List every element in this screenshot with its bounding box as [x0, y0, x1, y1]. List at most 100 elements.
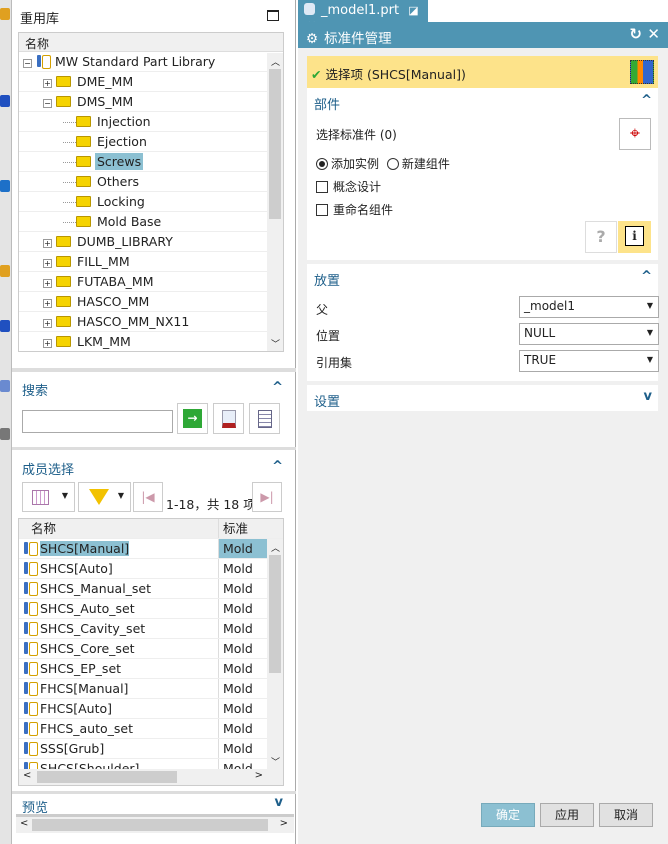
tree-item[interactable]: Screws — [19, 152, 269, 172]
view-dropdown-button[interactable]: ▼ — [22, 482, 75, 512]
collapse-icon[interactable]: − — [23, 59, 32, 68]
expand-icon[interactable]: + — [43, 239, 52, 248]
tool-icon[interactable] — [0, 95, 10, 107]
table-row[interactable]: SHCS_Core_set Mold — [19, 639, 283, 659]
table-row[interactable]: SHCS_Manual_set Mold — [19, 579, 283, 599]
tree-item[interactable]: + DUMB_LIBRARY — [19, 232, 269, 252]
search-title[interactable]: 搜索 — [22, 380, 48, 399]
clear-search-button[interactable] — [213, 403, 244, 434]
table-scrollbar[interactable]: ︿ ﹀ — [267, 539, 283, 770]
search-go-button[interactable]: → — [177, 403, 208, 434]
library-button[interactable] — [626, 56, 658, 88]
tool-icon[interactable] — [0, 320, 10, 332]
collapse-icon[interactable]: ^ — [641, 269, 652, 284]
cancel-button[interactable]: 取消 — [599, 803, 653, 827]
expand-icon[interactable]: + — [43, 319, 52, 328]
expand-icon[interactable]: + — [43, 299, 52, 308]
tree-item[interactable]: Others — [19, 172, 269, 192]
tree-scrollbar[interactable]: ︿ ﹀ — [267, 53, 283, 351]
scroll-thumb[interactable] — [37, 771, 177, 783]
concept-design-checkbox[interactable]: 概念设计 — [316, 178, 381, 195]
tree-item[interactable]: − DMS_MM — [19, 92, 269, 112]
table-row[interactable]: SHCS[Manual] Mold — [19, 539, 283, 559]
radio-add-instance[interactable]: 添加实例 — [316, 157, 379, 171]
table-row[interactable]: FHCS_auto_set Mold — [19, 719, 283, 739]
table-row[interactable]: SSS[Grub] Mold — [19, 739, 283, 759]
expand-icon[interactable]: v — [275, 795, 283, 810]
tree-item[interactable]: + DME_MM — [19, 72, 269, 92]
column-standard[interactable]: 标准 — [219, 519, 267, 538]
tree-item[interactable]: Locking — [19, 192, 269, 212]
tool-icon[interactable] — [0, 380, 10, 392]
prev-page-button[interactable]: |◀ — [133, 482, 163, 512]
table-row[interactable]: SHCS_EP_set Mold — [19, 659, 283, 679]
select-item-row[interactable]: ✔ 选择项 (SHCS[Manual]) — [307, 56, 626, 88]
panel-hscrollbar[interactable]: < > — [16, 817, 294, 833]
table-row[interactable]: SHCS_Auto_set Mold — [19, 599, 283, 619]
ok-button[interactable]: 确定 — [481, 803, 535, 827]
placement-title[interactable]: 放置 — [314, 270, 340, 289]
scroll-right-icon[interactable]: > — [255, 770, 263, 781]
table-row[interactable]: FHCS[Auto] Mold — [19, 699, 283, 719]
apply-button[interactable]: 应用 — [540, 803, 594, 827]
scroll-right-icon[interactable]: > — [280, 818, 288, 829]
settings-title[interactable]: 设置 — [314, 391, 340, 410]
tree-item[interactable]: + HASCO_MM — [19, 292, 269, 312]
scroll-up-icon[interactable]: ︿ — [271, 541, 280, 554]
members-title[interactable]: 成员选择 — [22, 459, 74, 478]
radio-new-component[interactable]: 新建组件 — [386, 157, 450, 171]
expand-icon[interactable]: + — [43, 339, 52, 348]
collapse-icon[interactable]: ^ — [641, 93, 652, 108]
parent-select[interactable]: _model1 — [519, 296, 659, 318]
expand-icon[interactable]: + — [43, 279, 52, 288]
tree-item[interactable]: + FUTABA_MM — [19, 272, 269, 292]
help-button[interactable]: ? — [585, 221, 617, 253]
reset-icon[interactable]: ↻ — [629, 25, 642, 43]
position-select[interactable]: NULL — [519, 323, 659, 345]
refset-select[interactable]: TRUE — [519, 350, 659, 372]
tool-icon[interactable] — [0, 8, 10, 20]
tab-model1[interactable]: _model1.prt ◪ ✕ — [298, 0, 428, 32]
scroll-left-icon[interactable]: < — [23, 770, 31, 781]
scroll-thumb[interactable] — [269, 555, 281, 673]
close-icon[interactable]: ✕ — [647, 25, 660, 43]
tree-item[interactable]: − MW Standard Part Library — [19, 52, 269, 72]
tool-icon[interactable] — [0, 265, 10, 277]
scroll-down-icon[interactable]: ﹀ — [271, 337, 280, 350]
info-button[interactable]: i — [618, 221, 651, 253]
table-row[interactable]: SHCS[Auto] Mold — [19, 559, 283, 579]
table-row[interactable]: SHCS_Cavity_set Mold — [19, 619, 283, 639]
select-target-button[interactable]: ⌖ — [619, 118, 651, 150]
expand-icon[interactable]: + — [43, 79, 52, 88]
tree-item[interactable]: + LKM_MM — [19, 332, 269, 351]
expand-icon[interactable]: v — [644, 389, 652, 404]
tree-item[interactable]: + HASCO_MM_NX11 — [19, 312, 269, 332]
scroll-down-icon[interactable]: ﹀ — [271, 755, 280, 768]
column-name[interactable]: 名称 — [19, 519, 219, 538]
table-hscrollbar[interactable]: < > — [19, 769, 283, 785]
maximize-icon[interactable] — [267, 10, 279, 21]
table-row[interactable]: FHCS[Manual] Mold — [19, 679, 283, 699]
tree-line — [63, 202, 76, 203]
tool-icon[interactable] — [0, 180, 10, 192]
search-list-button[interactable] — [249, 403, 280, 434]
rename-component-checkbox[interactable]: 重命名组件 — [316, 201, 393, 218]
collapse-icon[interactable]: − — [43, 99, 52, 108]
scroll-left-icon[interactable]: < — [20, 818, 28, 829]
part-title[interactable]: 部件 — [314, 94, 340, 113]
tool-icon[interactable] — [0, 428, 10, 440]
collapse-icon[interactable]: ^ — [272, 459, 283, 474]
tree-item[interactable]: + FILL_MM — [19, 252, 269, 272]
scroll-thumb[interactable] — [32, 819, 268, 831]
next-page-button[interactable]: ▶| — [252, 482, 282, 512]
tree-item[interactable]: Ejection — [19, 132, 269, 152]
search-input[interactable] — [22, 410, 173, 433]
collapse-icon[interactable]: ^ — [272, 380, 283, 395]
expand-icon[interactable]: + — [43, 259, 52, 268]
scroll-thumb[interactable] — [269, 69, 281, 219]
tree-item[interactable]: Injection — [19, 112, 269, 132]
scroll-up-icon[interactable]: ︿ — [271, 55, 280, 68]
tree-item[interactable]: Mold Base — [19, 212, 269, 232]
filter-dropdown-button[interactable]: ▼ — [78, 482, 131, 512]
library-tree[interactable]: 名称 − MW Standard Part Library + DME_MM − DMS_… — [18, 32, 284, 352]
